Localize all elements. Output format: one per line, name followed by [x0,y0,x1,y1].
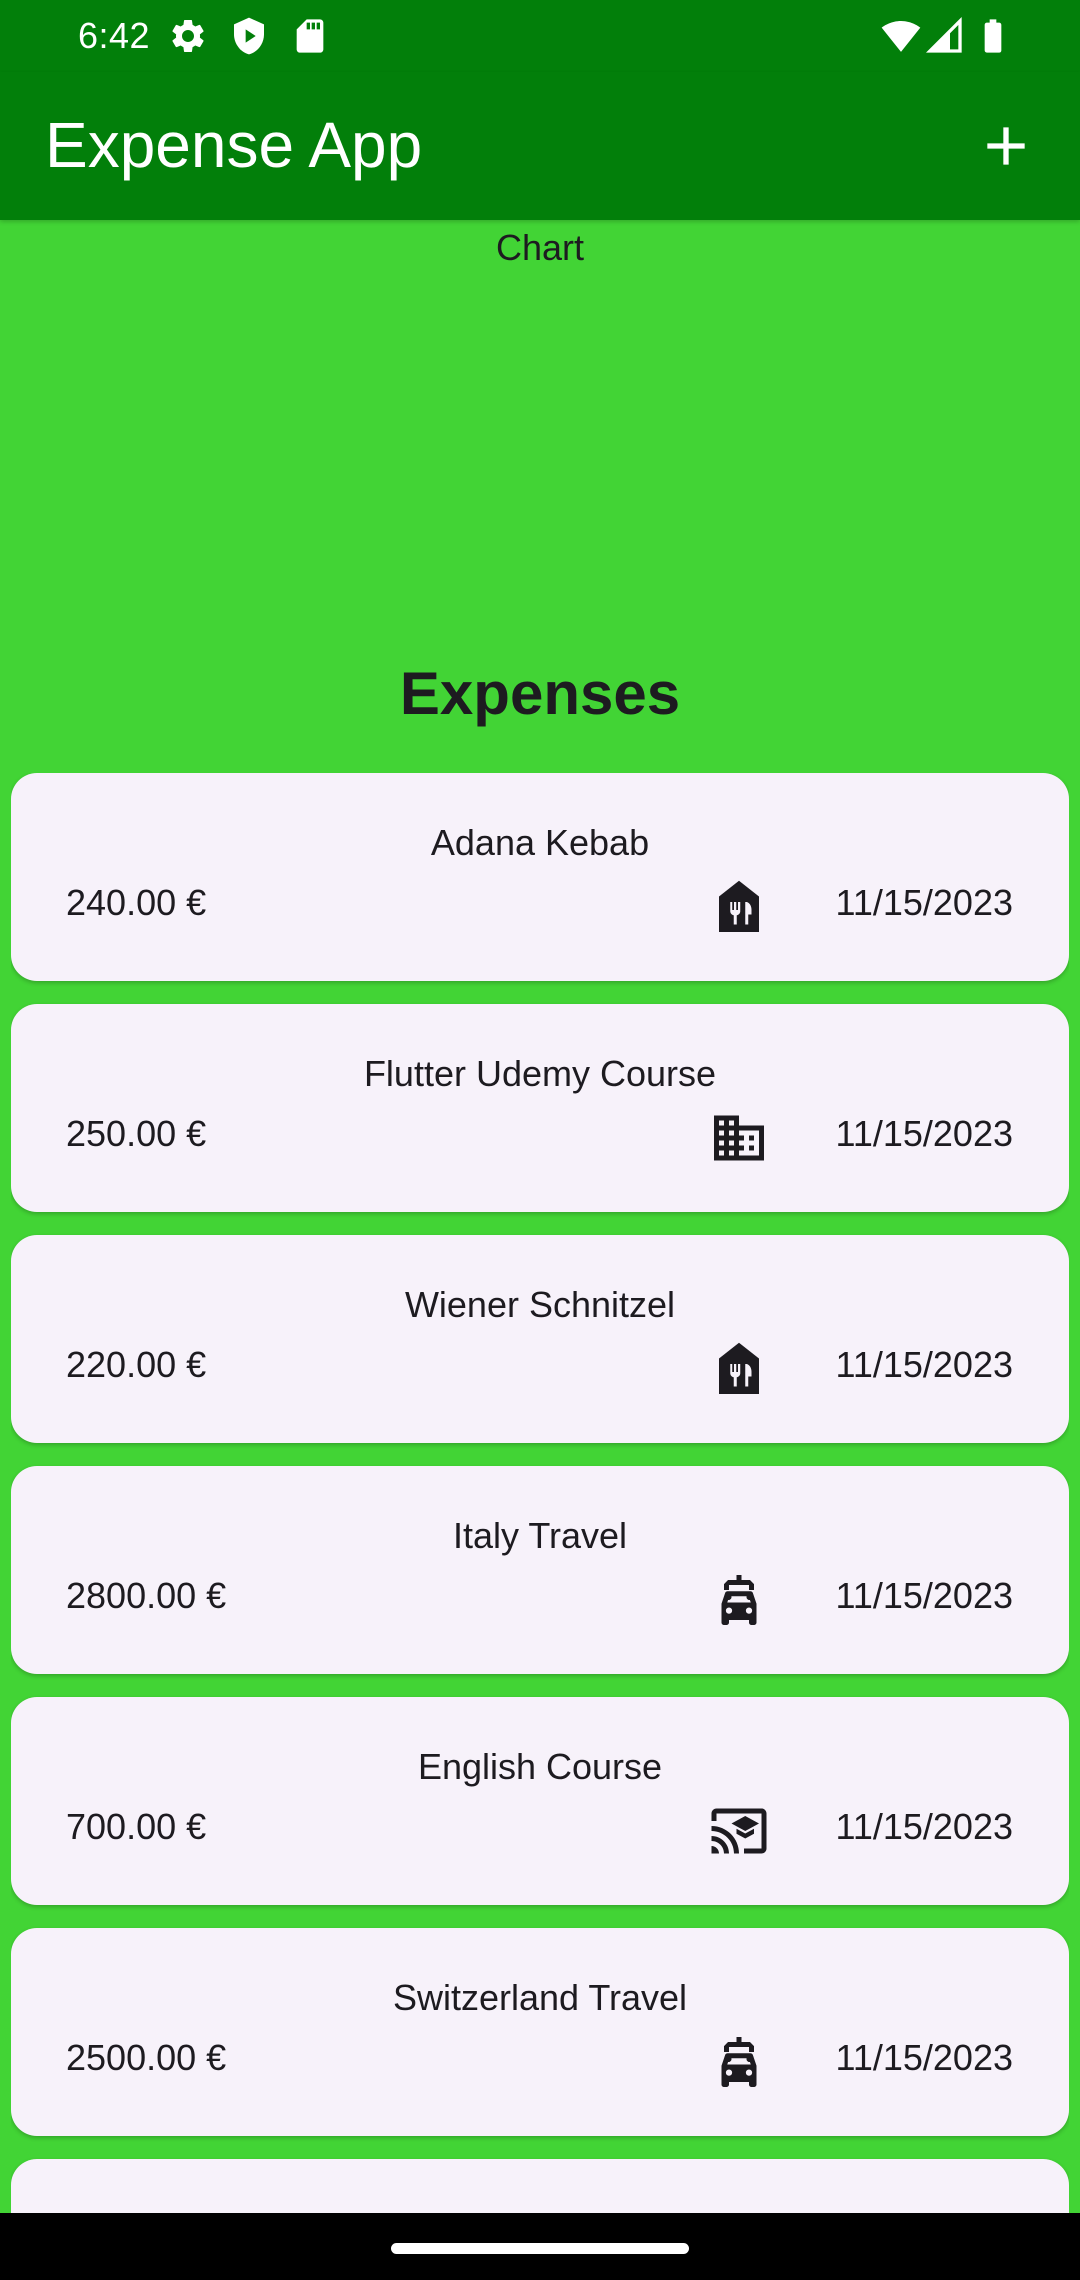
expense-title: Adana Kebab [430,822,650,863]
expense-title: Italy Travel [452,1515,628,1556]
expense-amount: 2800.00 € [66,1575,227,1616]
expense-amount: 250.00 € [66,1113,207,1154]
shield-play-icon [229,16,269,56]
expense-date: 11/15/2023 [835,1344,1013,1385]
expense-date: 11/15/2023 [835,882,1013,923]
cellular-signal-icon [925,16,965,56]
cast-for-education-icon [709,1801,769,1861]
expense-amount: 220.00 € [66,1344,207,1385]
chart-label: Chart [495,227,585,268]
car-rental-icon [709,1570,769,1630]
expense-amount: 240.00 € [66,882,207,923]
app-bar: Expense App [0,72,1080,220]
expenses-heading: Expenses [399,660,681,727]
car-rental-icon [709,2032,769,2092]
expense-amount: 2500.00 € [66,2037,227,2078]
expense-card[interactable]: English Course 700.00 € 11/15/2023 [11,1697,1069,1905]
expense-card[interactable]: Flutter Udemy Course 250.00 € 11/15/2023 [11,1004,1069,1212]
expense-title: English Course [417,1746,663,1787]
business-icon [709,1108,769,1168]
expense-list[interactable]: Adana Kebab 240.00 € 11/15/2023 Flutter … [11,773,1069,2213]
expense-date: 11/15/2023 [835,1575,1013,1616]
expense-amount: 700.00 € [66,1806,207,1847]
add-expense-button[interactable] [966,106,1046,186]
expense-card[interactable]: Switzerland Travel 2500.00 € 11/15/2023 [11,1928,1069,2136]
battery-icon [973,16,1013,56]
status-time: 6:42 [78,15,151,56]
wifi-icon [881,16,921,56]
home-gesture-handle[interactable] [391,2243,689,2254]
navigation-bar [0,2213,1080,2280]
expense-date: 11/15/2023 [835,1113,1013,1154]
expense-card[interactable]: Adana Kebab 240.00 € 11/15/2023 [11,773,1069,981]
expense-card[interactable]: Wiener Schnitzel 220.00 € 11/15/2023 [11,1235,1069,1443]
expense-card[interactable]: Italy Travel 2800.00 € 11/15/2023 [11,1466,1069,1674]
expense-title: Switzerland Travel [392,1977,688,2018]
expense-title: Flutter Udemy Course [363,1053,717,1094]
app-title: Expense App [45,109,423,181]
sd-card-icon [290,16,330,56]
restaurant-icon [709,1339,769,1399]
expense-card-partial[interactable] [11,2159,1069,2213]
restaurant-icon [709,877,769,937]
add-icon [987,127,1025,165]
chart-area: Chart [0,220,1080,640]
expense-date: 11/15/2023 [835,2037,1013,2078]
expense-title: Wiener Schnitzel [404,1284,676,1325]
expense-date: 11/15/2023 [835,1806,1013,1847]
settings-icon [168,16,208,56]
status-bar: 6:42 [0,0,1080,72]
